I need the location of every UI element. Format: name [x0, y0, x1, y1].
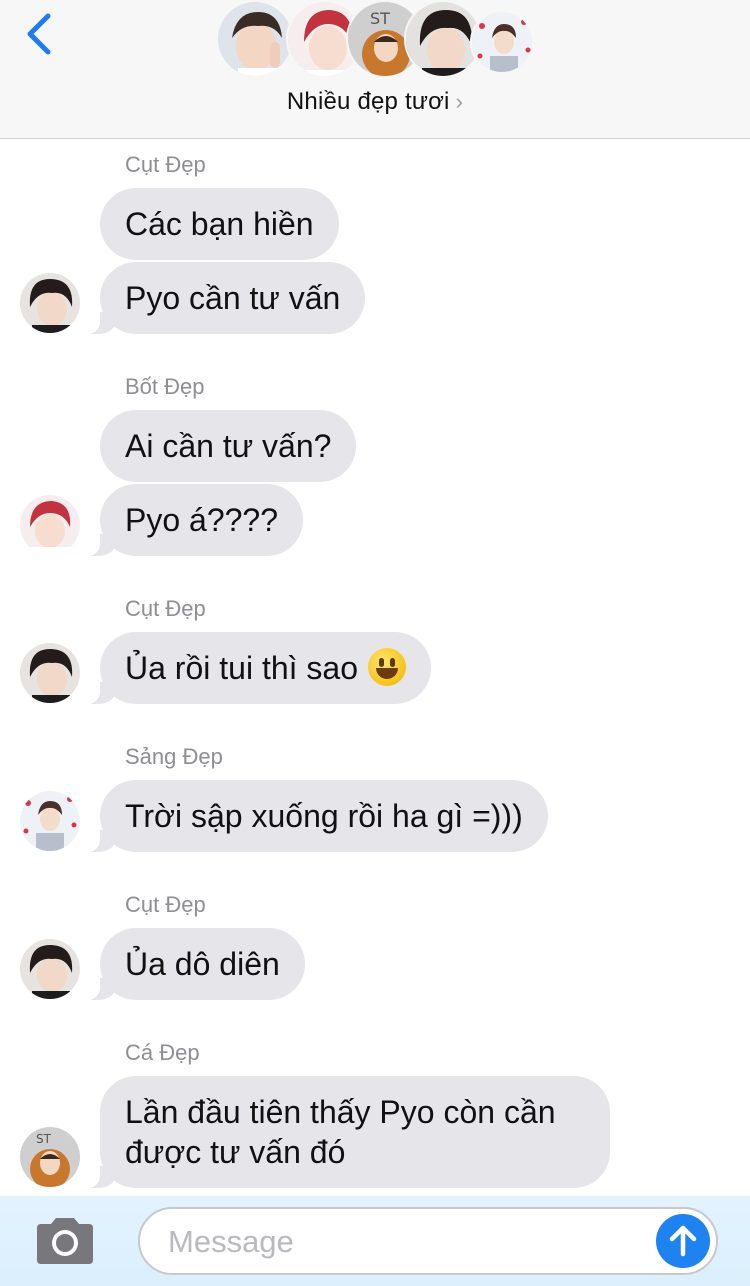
- group-name-label: Nhiều đẹp tươi: [286, 88, 450, 115]
- group-avatars[interactable]: ST: [0, 0, 750, 80]
- message-bubble[interactable]: Ủa dô diên: [78, 928, 305, 1000]
- conversation-header: ST Nhiều đẹp tươi ›: [0, 0, 750, 139]
- message-bubble[interactable]: Pyo cần tư vấn: [77, 262, 366, 334]
- message-text-field[interactable]: [166, 1221, 650, 1263]
- message-bubble[interactable]: Ủa rồi tui thì sao: [78, 632, 431, 704]
- avatar[interactable]: [20, 791, 80, 851]
- avatar[interactable]: ST: [20, 1127, 80, 1187]
- message-text: Ai cần tư vấn?: [125, 428, 332, 464]
- chevron-right-icon: ›: [455, 89, 464, 114]
- arrow-up-icon: [669, 1225, 697, 1257]
- message-text: Pyo á????: [125, 502, 279, 538]
- avatar[interactable]: [20, 643, 80, 703]
- sender-name: Cụt Đẹp: [125, 892, 206, 917]
- group-avatar-5: [470, 10, 534, 74]
- svg-text:ST: ST: [370, 9, 390, 28]
- grinning-face-icon: [368, 648, 406, 686]
- sender-name: Cá Đẹp: [125, 1040, 200, 1065]
- avatar[interactable]: [20, 939, 80, 999]
- group-avatar-1: [216, 0, 294, 78]
- sender-name: Cụt Đẹp: [125, 596, 206, 621]
- message-text: Ủa dô diên: [125, 946, 280, 982]
- message-text: Pyo cần tư vấn: [125, 280, 341, 316]
- message-input[interactable]: [138, 1207, 718, 1275]
- message-bubble[interactable]: Ai cần tư vấn?: [100, 410, 357, 482]
- sender-name: Bốt Đẹp: [125, 374, 205, 399]
- message-text: Trời sập xuống rồi ha gì =))): [125, 798, 523, 834]
- message-text: Ủa rồi tui thì sao: [125, 650, 358, 686]
- send-button[interactable]: [656, 1214, 710, 1268]
- sender-name: Cụt Đẹp: [125, 152, 206, 177]
- camera-icon[interactable]: [33, 1216, 97, 1266]
- message-bubble[interactable]: Các bạn hiền: [100, 188, 339, 260]
- svg-text:ST: ST: [36, 1132, 52, 1146]
- message-text: Lần đầu tiên thấy Pyo còn cần được tư vấ…: [125, 1094, 556, 1170]
- avatar[interactable]: [20, 273, 80, 333]
- group-name[interactable]: Nhiều đẹp tươi ›: [0, 88, 750, 116]
- message-bubble[interactable]: Trời sập xuống rồi ha gì =))): [78, 780, 548, 852]
- message-bubble[interactable]: Lần đầu tiên thấy Pyo còn cần được tư vấ…: [78, 1076, 610, 1188]
- avatar[interactable]: [20, 495, 80, 555]
- message-text: Các bạn hiền: [125, 206, 314, 242]
- message-bubble[interactable]: Pyo á????: [77, 484, 304, 556]
- message-composer: [0, 1196, 750, 1286]
- sender-name: Sảng Đẹp: [125, 744, 223, 769]
